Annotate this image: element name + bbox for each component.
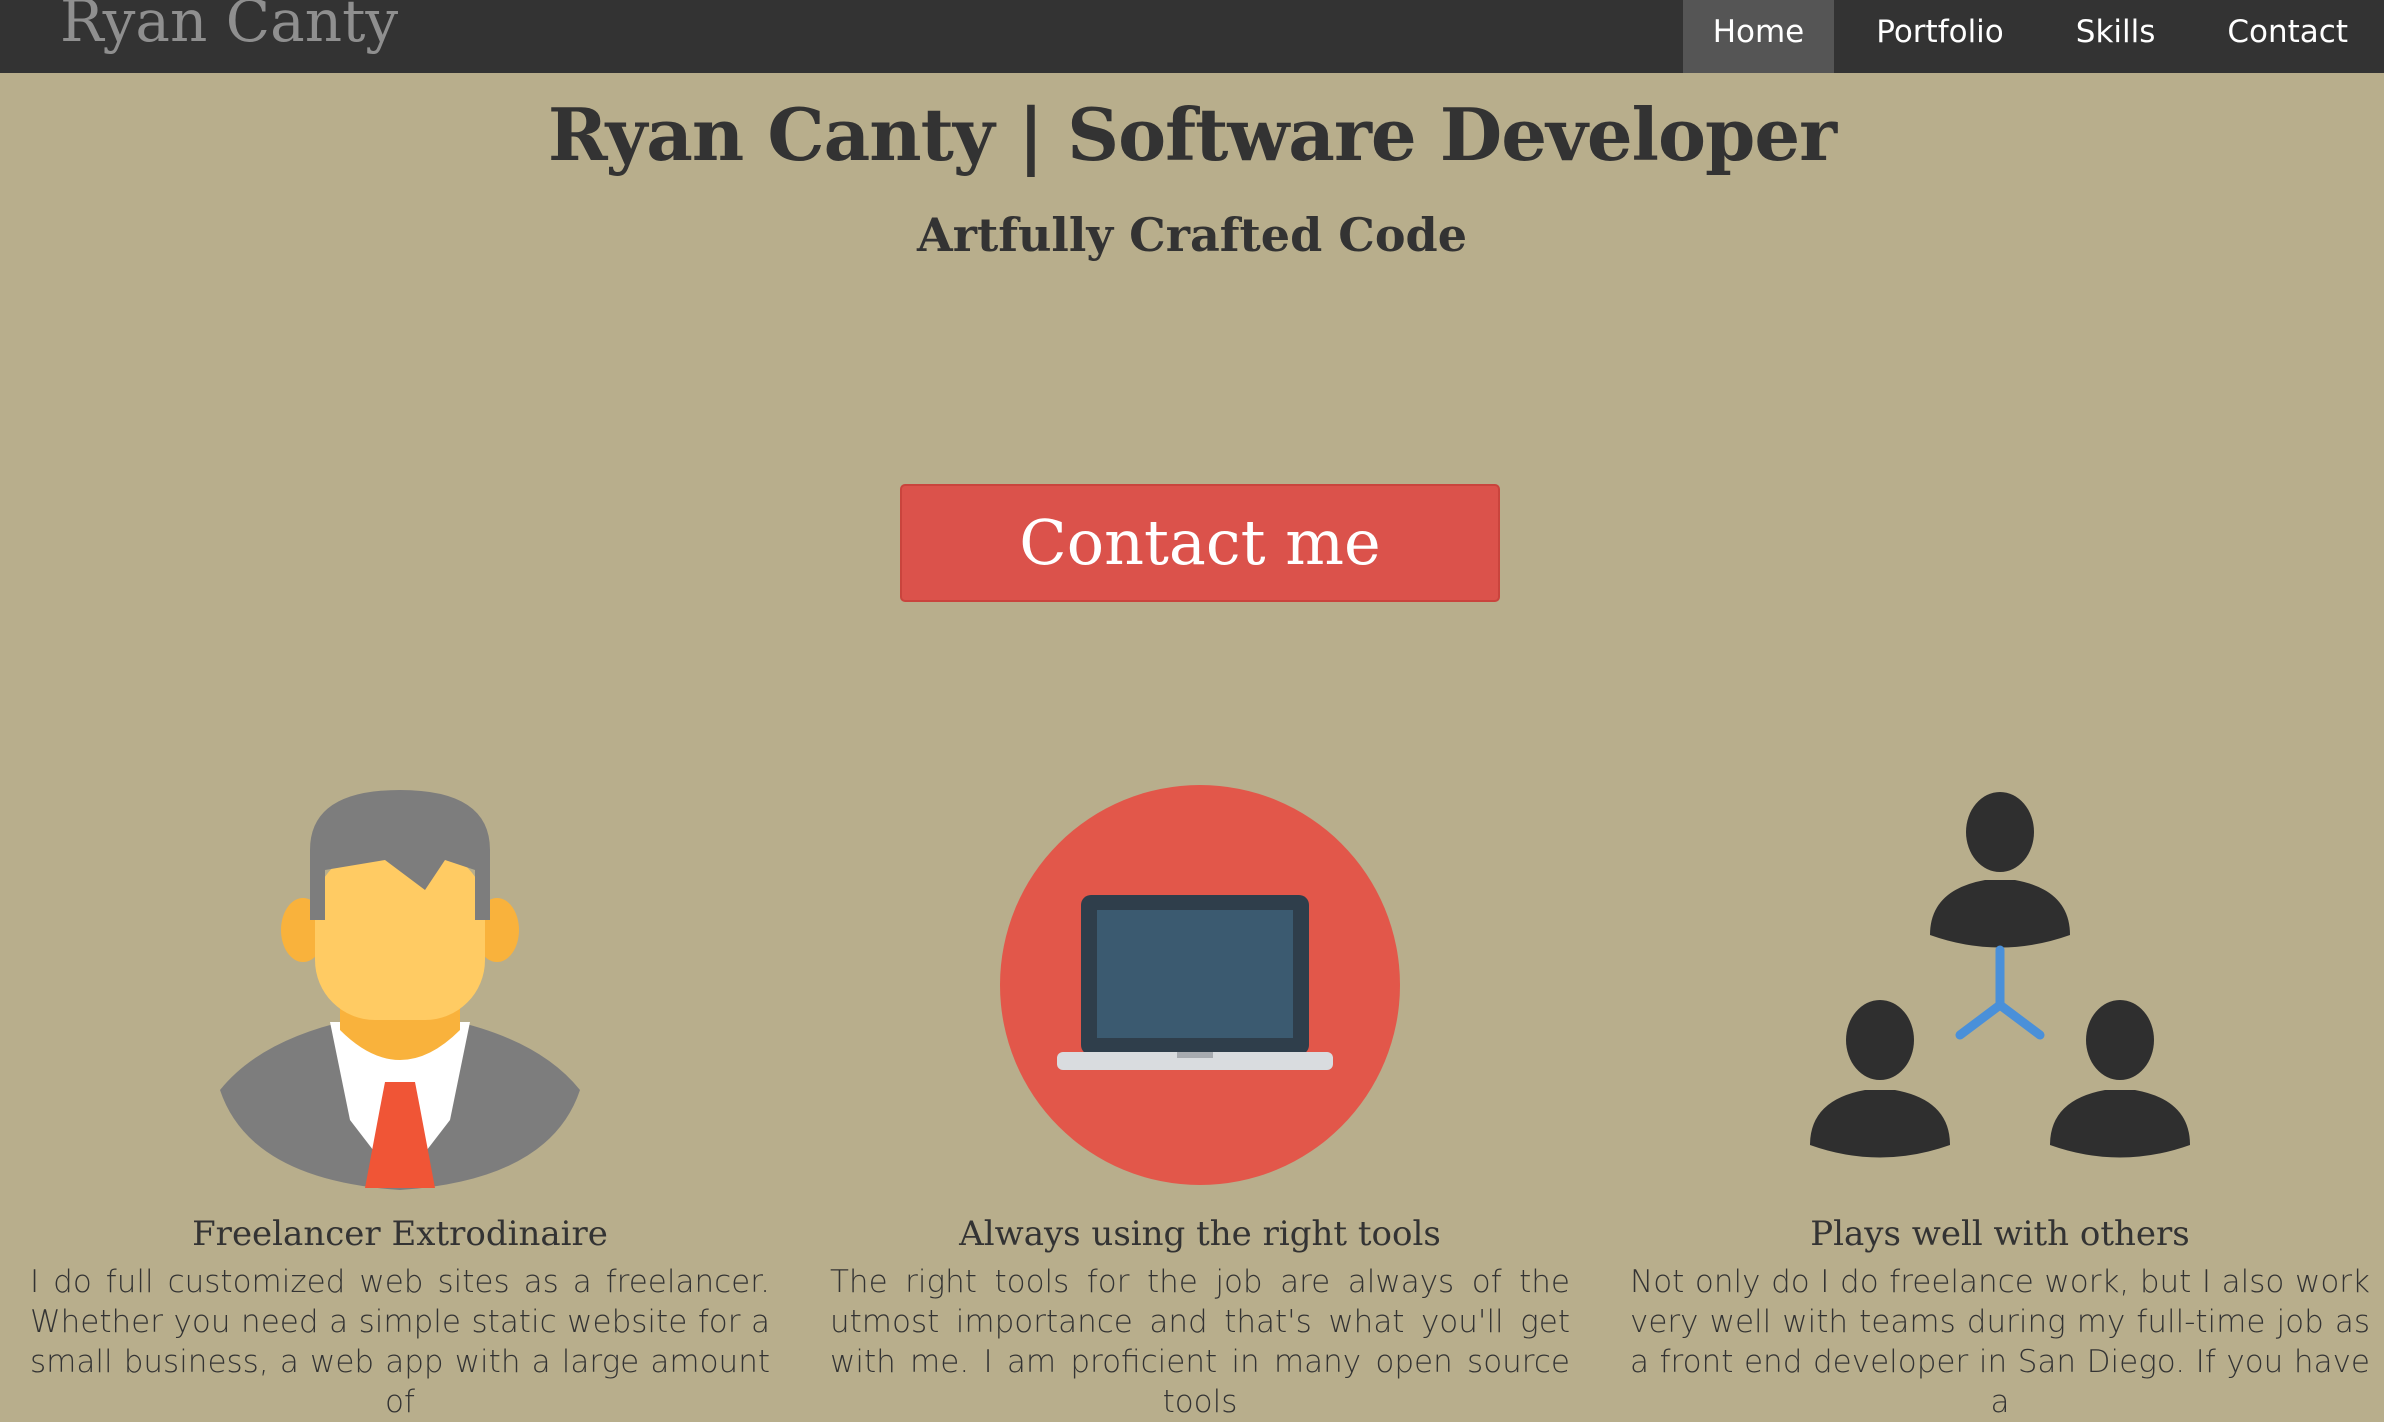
team-icon [1630,770,2370,1190]
feature-text: The right tools for the job are always o… [830,1264,1570,1420]
laptop-icon [830,770,1570,1190]
brand-link[interactable]: Ryan Canty [60,0,398,50]
feature-teamwork: Plays well with others Not only do I do … [1630,770,2370,1422]
nav-item-portfolio[interactable]: Portfolio [1846,0,2034,73]
feature-text: Not only do I do freelance work, but I a… [1630,1264,2370,1420]
businessman-icon [30,770,770,1190]
navbar: Ryan Canty Home Portfolio Skills Contact [0,0,2384,73]
feature-heading: Always using the right tools [959,1214,1441,1254]
nav-menu: Home Portfolio Skills Contact [1682,0,2384,73]
feature-freelancer: Freelancer Extrodinaire I do full custom… [30,770,770,1422]
page-subtitle: Artfully Crafted Code [917,208,1467,262]
nav-item-skills[interactable]: Skills [2046,0,2186,73]
feature-heading: Freelancer Extrodinaire [192,1214,608,1254]
feature-tools: Always using the right tools The right t… [830,770,1570,1422]
contact-me-button[interactable]: Contact me [900,484,1500,602]
nav-item-home[interactable]: Home [1682,0,1835,73]
feature-heading: Plays well with others [1810,1214,2190,1254]
page-title: Ryan Canty | Software Developer [547,92,1837,177]
nav-item-contact[interactable]: Contact [2197,0,2378,73]
feature-text: I do full customized web sites as a free… [30,1264,770,1420]
